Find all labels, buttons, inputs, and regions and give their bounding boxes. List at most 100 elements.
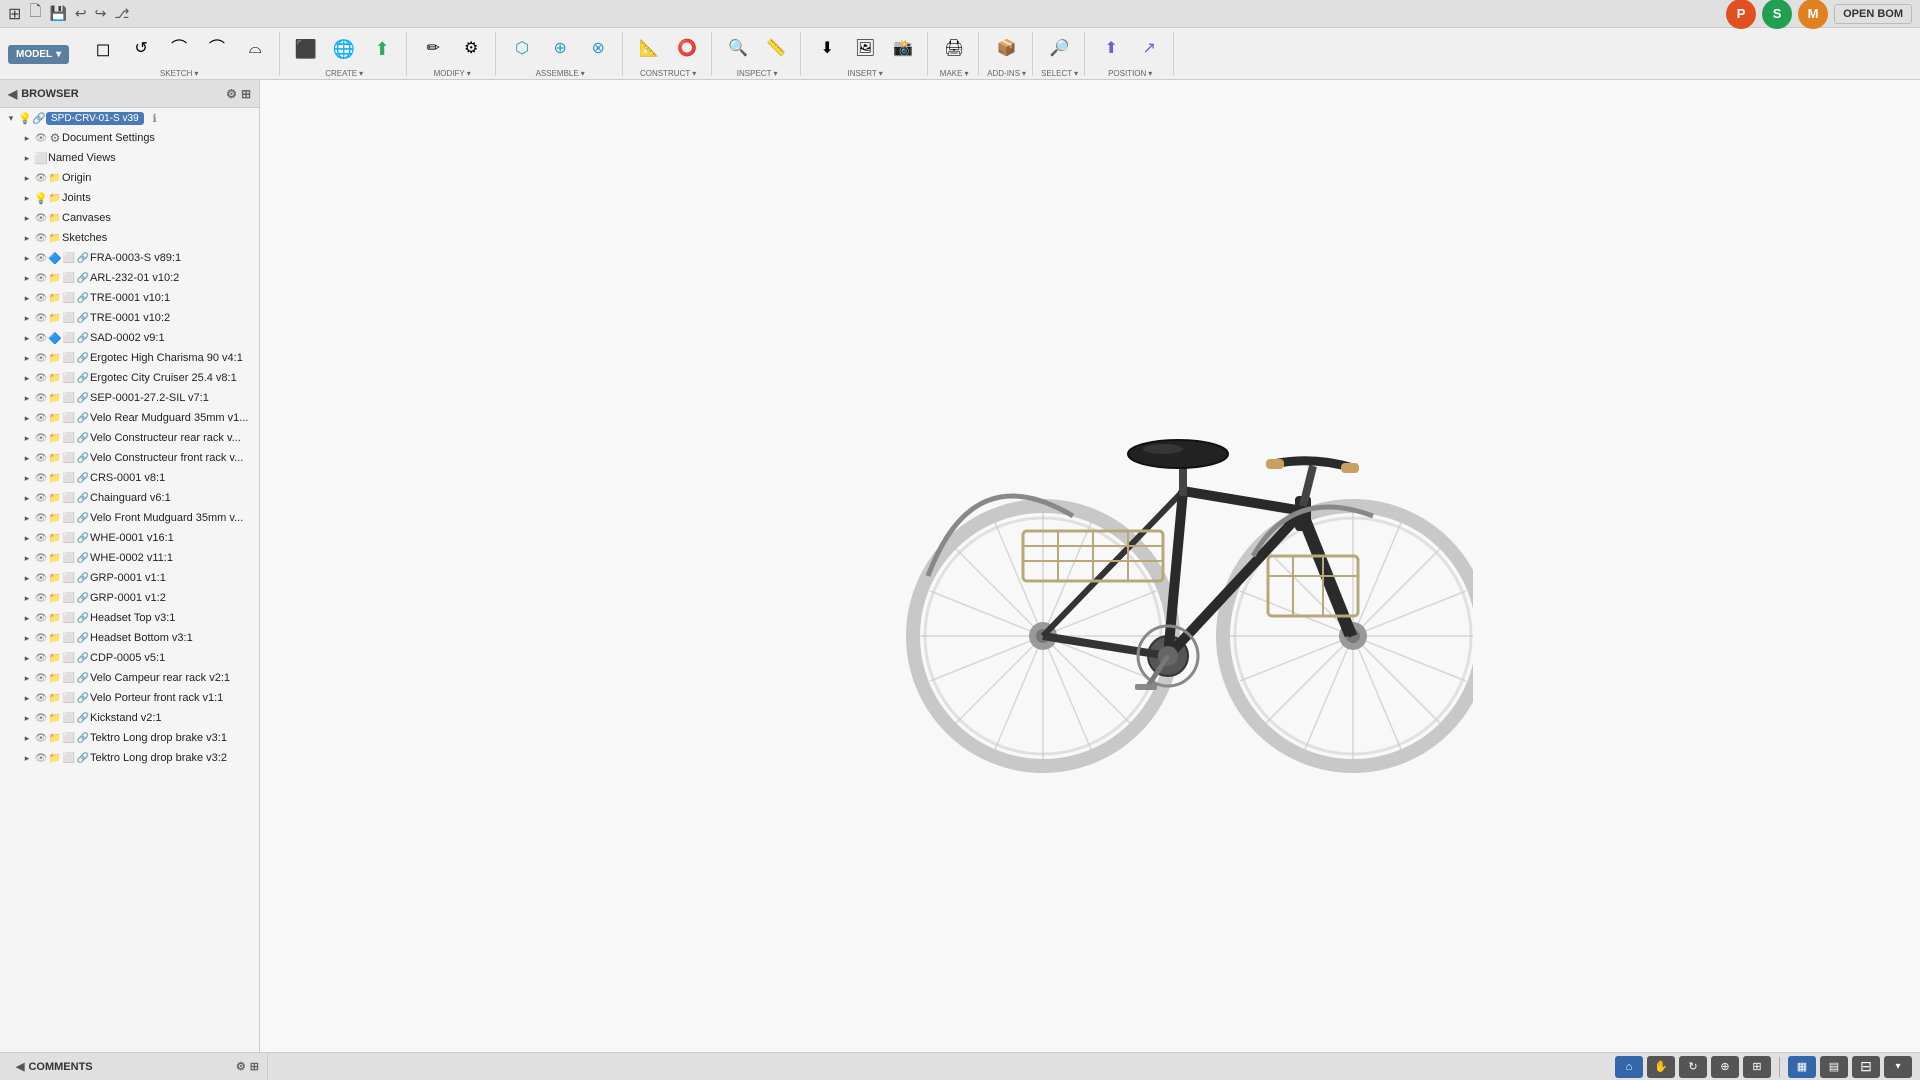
insert-decal-btn[interactable]: 📸 <box>885 31 921 67</box>
browser-item-whe0001[interactable]: ▸ 👁 📁 ⬜ 🔗 WHE-0001 v16:1 <box>0 528 259 548</box>
redo-button[interactable]: ↪ <box>95 5 107 22</box>
browser-item-grp0001-1[interactable]: ▸ 👁 📁 ⬜ 🔗 GRP-0001 v1:1 <box>0 568 259 588</box>
add-ins-group-label[interactable]: ADD-INS ▾ <box>987 69 1026 78</box>
browser-item-velo-rear-mud[interactable]: ▸ 👁 📁 ⬜ 🔗 Velo Rear Mudguard 35mm v1... <box>0 408 259 428</box>
file-icon[interactable]: 🗋 <box>29 1 41 26</box>
position-group-label[interactable]: POSITION ▾ <box>1108 69 1152 78</box>
browser-item-velo-const-rear[interactable]: ▸ 👁 📁 ⬜ 🔗 Velo Constructeur rear rack v.… <box>0 428 259 448</box>
browser-item-named-views[interactable]: ▸ ⬜ Named Views <box>0 148 259 168</box>
comments-settings-icon[interactable]: ⚙ <box>236 1060 246 1073</box>
browser-item-tektro2[interactable]: ▸ 👁 📁 ⬜ 🔗 Tektro Long drop brake v3:2 <box>0 748 259 768</box>
sketch-curve-icon: ⌓ <box>249 41 262 57</box>
browser-item-headset-top[interactable]: ▸ 👁 📁 ⬜ 🔗 Headset Top v3:1 <box>0 608 259 628</box>
insert-canvas-btn[interactable]: 🖼 <box>847 31 883 67</box>
comments-expand-icon[interactable]: ⊞ <box>250 1060 259 1073</box>
browser-item-joints[interactable]: ▸ 💡 📁 Joints <box>0 188 259 208</box>
browser-item-headset-bot[interactable]: ▸ 👁 📁 ⬜ 🔗 Headset Bottom v3:1 <box>0 628 259 648</box>
toolbar-group-assemble: ⬡ ⊕ ⊗ ASSEMBLE ▾ <box>498 32 623 76</box>
modify-group-label[interactable]: MODIFY ▾ <box>434 69 471 78</box>
orbit-btn[interactable]: ↻ <box>1679 1056 1707 1078</box>
zoom-fit-btn[interactable]: ⊞ <box>1743 1056 1771 1078</box>
save-button[interactable]: 💾 <box>49 5 66 22</box>
browser-item-sketches[interactable]: ▸ 👁 📁 Sketches <box>0 228 259 248</box>
add-ins-btn[interactable]: 📦 <box>989 31 1025 67</box>
create-group-label[interactable]: CREATE ▾ <box>325 69 363 78</box>
make-3dprint-icon: 🖨 <box>944 41 964 57</box>
apps-grid-icon[interactable]: ⊞ <box>8 4 21 24</box>
browser-expand-icon[interactable]: ⊞ <box>241 87 251 101</box>
display-mode-2-btn[interactable]: ▤ <box>1820 1056 1848 1078</box>
display-mode-1-btn[interactable]: ▦ <box>1788 1056 1816 1078</box>
construct-offset-plane-btn[interactable]: 📐 <box>631 31 667 67</box>
sketch-group-label[interactable]: SKETCH ▾ <box>160 69 198 78</box>
assemble-new-comp-btn[interactable]: ⬡ <box>504 31 540 67</box>
create-extrude-btn[interactable]: ⬆ <box>364 31 400 67</box>
insert-group-label[interactable]: INSERT ▾ <box>848 69 883 78</box>
browser-item-velo-const-front[interactable]: ▸ 👁 📁 ⬜ 🔗 Velo Constructeur front rack v… <box>0 448 259 468</box>
browser-item-fra0003[interactable]: ▸ 👁 🔷 ⬜ 🔗 FRA-0003-S v89:1 <box>0 248 259 268</box>
position-move-btn[interactable]: ⬆ <box>1093 31 1129 67</box>
inspect-interference-btn[interactable]: 📏 <box>758 31 794 67</box>
browser-settings-icon[interactable]: ⚙ <box>226 87 237 101</box>
browser-item-crs0001[interactable]: ▸ 👁 📁 ⬜ 🔗 CRS-0001 v8:1 <box>0 468 259 488</box>
browser-item-velo-front-mud[interactable]: ▸ 👁 📁 ⬜ 🔗 Velo Front Mudguard 35mm v... <box>0 508 259 528</box>
select-btn[interactable]: 🔎 <box>1042 31 1078 67</box>
assemble-as-built-btn[interactable]: ⊗ <box>580 31 616 67</box>
select-group-label[interactable]: SELECT ▾ <box>1041 69 1078 78</box>
browser-item-canvases[interactable]: ▸ 👁 📁 Canvases <box>0 208 259 228</box>
browser-item-grp0001-2[interactable]: ▸ 👁 📁 ⬜ 🔗 GRP-0001 v1:2 <box>0 588 259 608</box>
browser-item-ergotec90[interactable]: ▸ 👁 📁 ⬜ 🔗 Ergotec High Charisma 90 v4:1 <box>0 348 259 368</box>
create-sphere-btn[interactable]: 🌐 <box>326 31 362 67</box>
display-mode-dropdown[interactable]: ▾ <box>1884 1056 1912 1078</box>
branch-icon[interactable]: ⎇ <box>114 6 129 22</box>
position-align-btn[interactable]: ↗ <box>1131 31 1167 67</box>
browser-item-sad0002[interactable]: ▸ 👁 🔷 ⬜ 🔗 SAD-0002 v9:1 <box>0 328 259 348</box>
browser-item-kickstand[interactable]: ▸ 👁 📁 ⬜ 🔗 Kickstand v2:1 <box>0 708 259 728</box>
modify-fillet-btn[interactable]: ⚙ <box>453 31 489 67</box>
inspect-group-label[interactable]: INSPECT ▾ <box>737 69 778 78</box>
make-3dprint-btn[interactable]: 🖨 <box>936 31 972 67</box>
sketch-line-btn[interactable]: ⌒ <box>199 31 235 67</box>
browser-root-item[interactable]: ▾ 💡 🔗 SPD-CRV-01-S v39 ℹ <box>0 108 259 128</box>
browser-item-velo-port-front[interactable]: ▸ 👁 📁 ⬜ 🔗 Velo Porteur front rack v1:1 <box>0 688 259 708</box>
sketch-create-btn[interactable]: ◻ <box>85 31 121 67</box>
display-mode-3-btn[interactable]: ⊟ <box>1852 1056 1880 1078</box>
profile-m[interactable]: M <box>1798 0 1828 29</box>
whe0002-comp: ⬜ <box>62 551 76 565</box>
browser-item-whe0002[interactable]: ▸ 👁 📁 ⬜ 🔗 WHE-0002 v11:1 <box>0 548 259 568</box>
insert-derive-btn[interactable]: ⬇ <box>809 31 845 67</box>
pan-btn[interactable]: ✋ <box>1647 1056 1675 1078</box>
construct-group-label[interactable]: CONSTRUCT ▾ <box>640 69 696 78</box>
browser-item-cdp0005[interactable]: ▸ 👁 📁 ⬜ 🔗 CDP-0005 v5:1 <box>0 648 259 668</box>
assemble-group-label[interactable]: ASSEMBLE ▾ <box>536 69 585 78</box>
sketch-arc-btn[interactable]: ⌒ <box>161 31 197 67</box>
assemble-joint-btn[interactable]: ⊕ <box>542 31 578 67</box>
browser-item-chainguard[interactable]: ▸ 👁 📁 ⬜ 🔗 Chainguard v6:1 <box>0 488 259 508</box>
profile-s[interactable]: S <box>1762 0 1792 29</box>
zoom-btn[interactable]: ⊕ <box>1711 1056 1739 1078</box>
browser-item-ergotec25[interactable]: ▸ 👁 📁 ⬜ 🔗 Ergotec City Cruiser 25.4 v8:1 <box>0 368 259 388</box>
sketch-curve-btn[interactable]: ⌓ <box>237 31 273 67</box>
browser-item-doc-settings[interactable]: ▸ 👁 ⚙ Document Settings <box>0 128 259 148</box>
make-group-label[interactable]: MAKE ▾ <box>940 69 969 78</box>
viewport[interactable] <box>260 80 1920 1052</box>
modify-press-pull-btn[interactable]: ✏ <box>415 31 451 67</box>
browser-item-origin[interactable]: ▸ 👁 📁 Origin <box>0 168 259 188</box>
construct-axis-btn[interactable]: ⭕ <box>669 31 705 67</box>
model-dropdown[interactable]: MODEL ▾ <box>8 45 69 64</box>
profile-p[interactable]: P <box>1726 0 1756 29</box>
sketch-finish-btn[interactable]: ↺ <box>123 31 159 67</box>
browser-collapse-btn[interactable]: ◀ <box>8 87 17 101</box>
home-view-btn[interactable]: ⌂ <box>1615 1056 1643 1078</box>
open-bom-button[interactable]: OPEN BOM <box>1834 4 1912 24</box>
browser-item-tektro1[interactable]: ▸ 👁 📁 ⬜ 🔗 Tektro Long drop brake v3:1 <box>0 728 259 748</box>
browser-item-tre0001-1[interactable]: ▸ 👁 📁 ⬜ 🔗 TRE-0001 v10:1 <box>0 288 259 308</box>
browser-item-sep0001[interactable]: ▸ 👁 📁 ⬜ 🔗 SEP-0001-27.2-SIL v7:1 <box>0 388 259 408</box>
create-box-btn[interactable]: ⬛ <box>288 31 324 67</box>
browser-item-tre0001-2[interactable]: ▸ 👁 📁 ⬜ 🔗 TRE-0001 v10:2 <box>0 308 259 328</box>
browser-item-velo-camp-rear[interactable]: ▸ 👁 📁 ⬜ 🔗 Velo Campeur rear rack v2:1 <box>0 668 259 688</box>
inspect-measure-btn[interactable]: 🔍 <box>720 31 756 67</box>
browser-item-arl232[interactable]: ▸ 👁 📁 ⬜ 🔗 ARL-232-01 v10:2 <box>0 268 259 288</box>
undo-button[interactable]: ↩ <box>75 5 87 22</box>
comments-collapse-btn[interactable]: ◀ <box>16 1060 24 1073</box>
